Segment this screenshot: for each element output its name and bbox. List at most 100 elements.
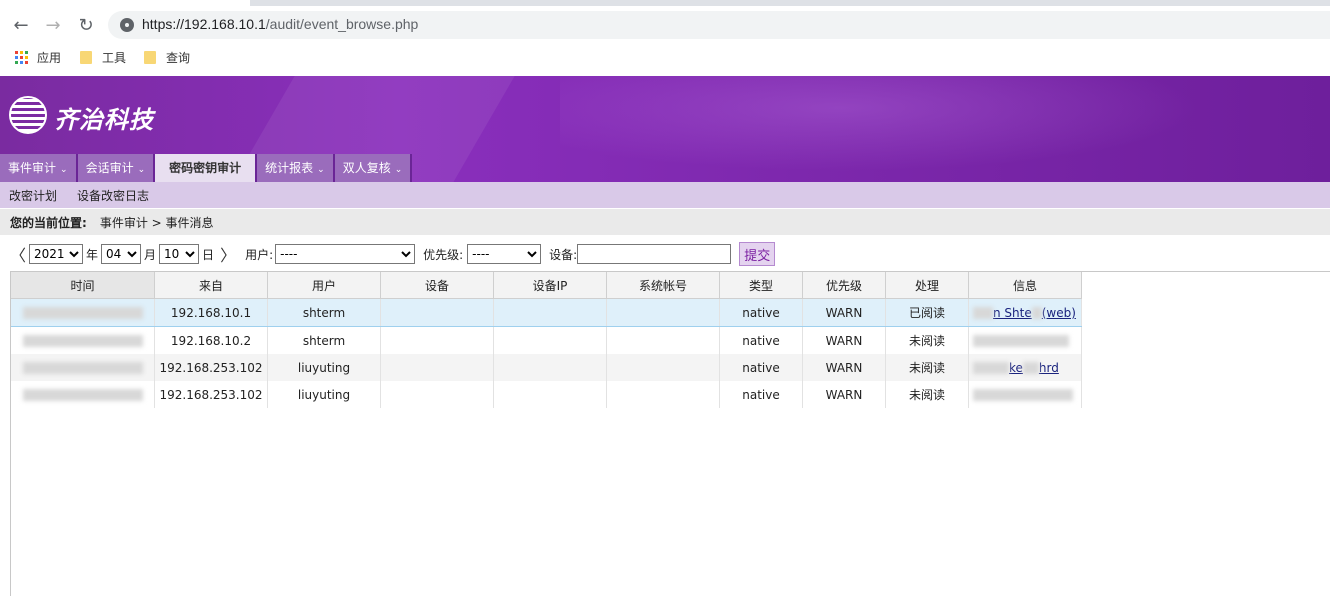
- prev-day-icon[interactable]: 〈: [10, 242, 26, 266]
- cell-account: [606, 298, 720, 327]
- col-status[interactable]: 处理: [885, 272, 969, 299]
- redacted-block: [22, 362, 143, 374]
- main-menu: 事件审计 ⌄ 会话审计 ⌄ 密码密钥审计 统计报表 ⌄ 双人复核 ⌄: [0, 154, 413, 182]
- cell-info[interactable]: ke hrd: [968, 354, 1082, 381]
- cell-status: 未阅读: [885, 354, 969, 381]
- table-row[interactable]: 192.168.10.2 shterm native WARN 未阅读: [11, 326, 1082, 354]
- bookmark-label: 应用: [37, 50, 62, 65]
- forward-icon[interactable]: →: [40, 12, 66, 38]
- cell-priority: WARN: [802, 354, 886, 381]
- bookmarks-bar: 应用 工具 查询: [0, 46, 1330, 68]
- submenu: 改密计划 设备改密日志: [0, 182, 1330, 208]
- table-row[interactable]: 192.168.253.102 liuyuting native WARN 未阅…: [11, 381, 1082, 408]
- redacted-block: [973, 307, 993, 319]
- event-table: 时间 来自 用户 设备 设备IP 系统帐号 类型 优先级 处理 信息 192.1…: [10, 271, 1330, 596]
- col-priority[interactable]: 优先级: [802, 272, 886, 299]
- address-bar[interactable]: https://192.168.10.1/audit/event_browse.…: [108, 11, 1330, 39]
- breadcrumb-label: 您的当前位置:: [10, 215, 87, 230]
- event-table-grid: 时间 来自 用户 设备 设备IP 系统帐号 类型 优先级 处理 信息 192.1…: [11, 272, 1082, 408]
- submenu-password-plan[interactable]: 改密计划: [9, 187, 57, 204]
- info-link[interactable]: n Shte: [993, 306, 1032, 320]
- back-icon[interactable]: ←: [8, 12, 34, 38]
- bookmark-apps[interactable]: 应用: [15, 46, 61, 68]
- cell-from: 192.168.253.102: [154, 354, 268, 381]
- cell-device-ip: [493, 354, 607, 381]
- redacted-block: [1022, 362, 1039, 374]
- chevron-down-icon: ⌄: [60, 165, 68, 175]
- day-select[interactable]: 10: [159, 244, 200, 264]
- col-device[interactable]: 设备: [380, 272, 494, 299]
- info-link[interactable]: (web): [1042, 306, 1076, 320]
- col-from[interactable]: 来自: [154, 272, 268, 299]
- table-row[interactable]: 192.168.253.102 liuyuting native WARN 未阅…: [11, 354, 1082, 381]
- cell-type: native: [719, 298, 803, 327]
- cell-info[interactable]: [968, 381, 1082, 408]
- cell-status: 已阅读: [885, 298, 969, 327]
- redacted-block: [22, 389, 143, 401]
- chevron-down-icon: ⌄: [394, 165, 403, 175]
- tab-statistics-report[interactable]: 统计报表 ⌄: [257, 154, 335, 182]
- user-select[interactable]: ----: [275, 244, 416, 264]
- month-select[interactable]: 04: [101, 244, 142, 264]
- site-info-icon[interactable]: [120, 18, 134, 32]
- tab-dual-review[interactable]: 双人复核 ⌄: [334, 154, 413, 182]
- bookmark-tools[interactable]: 工具: [80, 46, 126, 68]
- table-header-row: 时间 来自 用户 设备 设备IP 系统帐号 类型 优先级 处理 信息: [11, 272, 1082, 299]
- bookmark-label: 工具: [102, 50, 127, 65]
- cell-time: [11, 298, 155, 327]
- priority-select[interactable]: ----: [467, 244, 542, 264]
- device-input[interactable]: [577, 244, 732, 264]
- tab-session-audit[interactable]: 会话审计 ⌄: [77, 154, 156, 182]
- cell-account: [606, 354, 720, 381]
- bookmark-query[interactable]: 查询: [144, 46, 190, 68]
- col-info[interactable]: 信息: [968, 272, 1082, 299]
- col-device-ip[interactable]: 设备IP: [493, 272, 607, 299]
- device-label: 设备:: [549, 247, 578, 262]
- priority-label: 优先级:: [423, 247, 464, 262]
- chevron-down-icon: ⌄: [317, 165, 325, 175]
- col-time[interactable]: 时间: [11, 272, 155, 299]
- col-type[interactable]: 类型: [719, 272, 803, 299]
- day-unit: 日: [202, 247, 215, 262]
- cell-time: [11, 354, 155, 381]
- folder-icon: [144, 50, 156, 64]
- tab-label: 会话审计: [85, 161, 134, 175]
- submenu-device-password-log[interactable]: 设备改密日志: [77, 187, 149, 204]
- cell-user: liuyuting: [267, 381, 381, 408]
- cell-status: 未阅读: [885, 326, 969, 354]
- info-link[interactable]: ke: [1009, 361, 1023, 375]
- info-link[interactable]: hrd: [1039, 361, 1059, 375]
- tab-label: 事件审计: [8, 161, 57, 175]
- col-system-account[interactable]: 系统帐号: [606, 272, 720, 299]
- brand-name: 齐治科技: [54, 106, 154, 134]
- user-label: 用户:: [245, 247, 274, 262]
- submit-button[interactable]: 提交: [739, 242, 776, 266]
- cell-type: native: [719, 381, 803, 408]
- table-row[interactable]: 192.168.10.1 shterm native WARN 已阅读 n Sh…: [11, 298, 1082, 327]
- reload-icon[interactable]: ↻: [73, 12, 99, 38]
- tab-password-key-audit[interactable]: 密码密钥审计: [155, 154, 258, 182]
- cell-priority: WARN: [802, 381, 886, 408]
- cell-account: [606, 381, 720, 408]
- tab-event-audit[interactable]: 事件审计 ⌄: [0, 154, 78, 182]
- cell-device-ip: [493, 326, 607, 354]
- chevron-down-icon: ⌄: [137, 165, 146, 175]
- year-select[interactable]: 2021: [29, 244, 84, 264]
- tab-label: 统计报表: [265, 161, 314, 175]
- cell-device-ip: [493, 381, 607, 408]
- tab-label: 双人复核: [342, 161, 391, 175]
- cell-info[interactable]: [968, 326, 1082, 354]
- cell-from: 192.168.10.2: [154, 326, 268, 354]
- cell-user: shterm: [267, 326, 381, 354]
- cell-type: native: [719, 326, 803, 354]
- apps-grid-icon: [15, 50, 28, 64]
- col-user[interactable]: 用户: [267, 272, 381, 299]
- cell-from: 192.168.10.1: [154, 298, 268, 327]
- cell-status: 未阅读: [885, 381, 969, 408]
- redacted-block: [22, 335, 143, 347]
- next-day-icon[interactable]: 〉: [220, 242, 236, 266]
- cell-user: shterm: [267, 298, 381, 327]
- cell-device: [380, 326, 494, 354]
- redacted-block: [973, 335, 1069, 347]
- cell-info[interactable]: n Shte (web): [968, 298, 1082, 327]
